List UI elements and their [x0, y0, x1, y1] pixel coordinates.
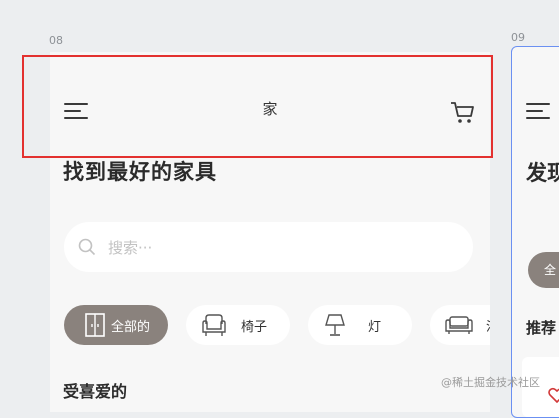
armchair-icon [200, 312, 228, 342]
lamp-icon [322, 312, 348, 342]
hamburger-menu-icon[interactable] [526, 103, 550, 119]
page-headline: 找到最好的家具 [63, 160, 217, 184]
search-icon [78, 238, 96, 260]
category-label: 全 [544, 263, 557, 277]
category-label: 全部的 [111, 320, 151, 335]
next-screen-frame[interactable]: 发现 全 推荐 [511, 46, 559, 418]
category-label: 椅子 [241, 320, 268, 335]
frame-label-left: 08 [49, 34, 63, 47]
watermark: @稀土掘金技术社区 [441, 376, 540, 389]
section-title-recommended: 推荐 [526, 319, 557, 337]
search-placeholder: 搜索··· [108, 239, 153, 257]
category-chip-lamps[interactable]: 灯 [308, 305, 412, 345]
category-chip-sofas[interactable]: 沙 [430, 305, 490, 345]
header-highlight-box [22, 55, 493, 158]
search-input[interactable]: 搜索··· [64, 222, 473, 272]
section-title-favorites: 受喜爱的 [63, 382, 128, 401]
frame-label-right: 09 [511, 31, 525, 44]
category-label: 沙 [486, 316, 490, 335]
category-label: 灯 [368, 320, 382, 335]
category-chip-all[interactable]: 全部的 [64, 305, 168, 345]
page-headline: 发现 [526, 161, 559, 185]
sofa-icon [444, 312, 474, 342]
category-chip-chairs[interactable]: 椅子 [186, 305, 290, 345]
cabinet-icon [84, 312, 106, 342]
category-chip-all[interactable]: 全 [528, 252, 559, 288]
heart-icon[interactable] [548, 387, 559, 407]
